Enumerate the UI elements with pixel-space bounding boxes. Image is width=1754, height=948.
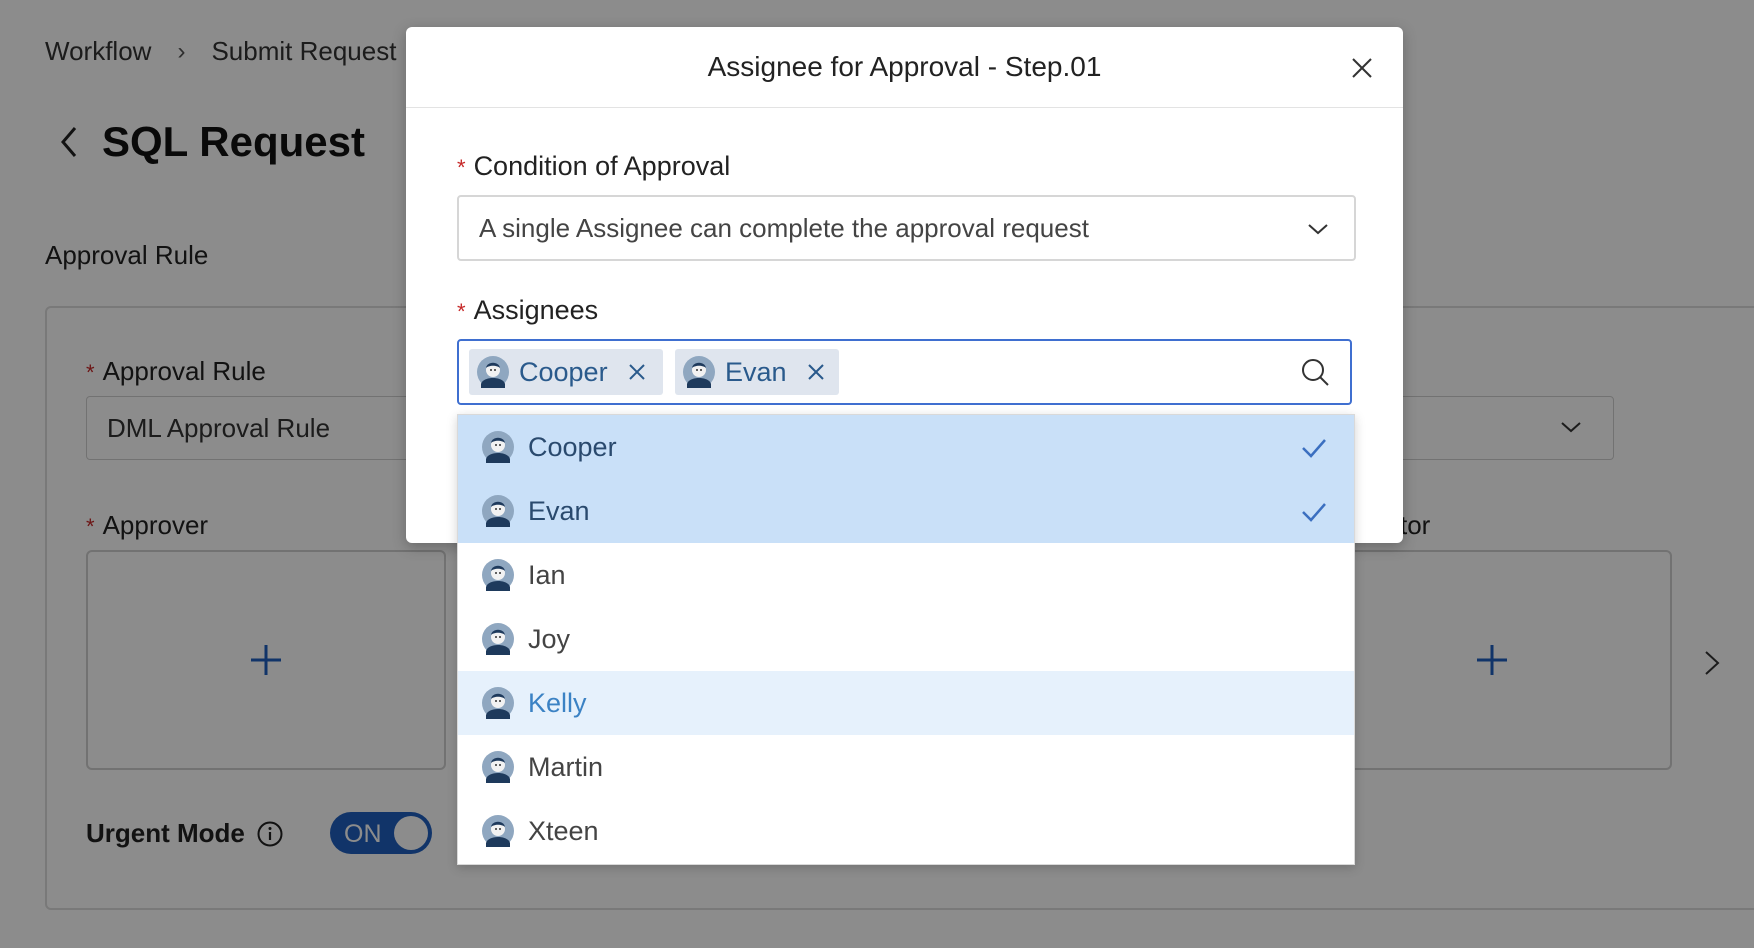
avatar [482,431,514,463]
close-icon[interactable] [807,363,825,381]
option-ian[interactable]: Ian [458,543,1354,607]
check-icon [1302,439,1326,458]
search-icon[interactable] [1300,357,1330,387]
option-label: Kelly [528,687,587,718]
option-label: Martin [528,751,604,782]
option-label: Xteen [528,815,599,846]
avatar [482,815,514,847]
close-icon[interactable] [628,363,646,381]
assignee-options-list: Cooper Evan Ian Joy Kelly Martin Xteen [457,414,1355,865]
tag-label: Cooper [519,356,608,387]
condition-label: * Condition of Approval [457,151,731,181]
close-icon[interactable] [1351,57,1373,79]
condition-select[interactable]: A single Assignee can complete the appro… [457,195,1356,261]
option-label: Evan [528,495,590,526]
option-xteen[interactable]: Xteen [458,799,1354,863]
required-marker: * [457,299,466,324]
option-label: Joy [528,623,571,654]
modal-header: Assignee for Approval - Step.01 [406,27,1403,108]
avatar [482,559,514,591]
assignee-tag: Evan [675,349,839,395]
option-label: Ian [528,559,566,590]
option-martin[interactable]: Martin [458,735,1354,799]
assignees-label: * Assignees [457,295,599,325]
avatar [482,687,514,719]
avatar [482,495,514,527]
avatar [482,623,514,655]
option-kelly[interactable]: Kelly [458,671,1354,735]
avatar [482,751,514,783]
option-label: Cooper [528,431,617,462]
required-marker: * [457,155,466,180]
assignees-multiselect[interactable]: Cooper Evan [457,339,1352,405]
tag-label: Evan [725,356,787,387]
chevron-down-icon [1308,224,1328,235]
option-joy[interactable]: Joy [458,607,1354,671]
check-icon [1302,503,1326,522]
condition-value: A single Assignee can complete the appro… [479,213,1089,243]
assignee-tag: Cooper [469,349,663,395]
avatar [477,356,509,388]
modal-title: Assignee for Approval - Step.01 [707,51,1102,82]
avatar [683,356,715,388]
option-evan[interactable]: Evan [458,479,1354,543]
option-cooper[interactable]: Cooper [458,415,1354,479]
